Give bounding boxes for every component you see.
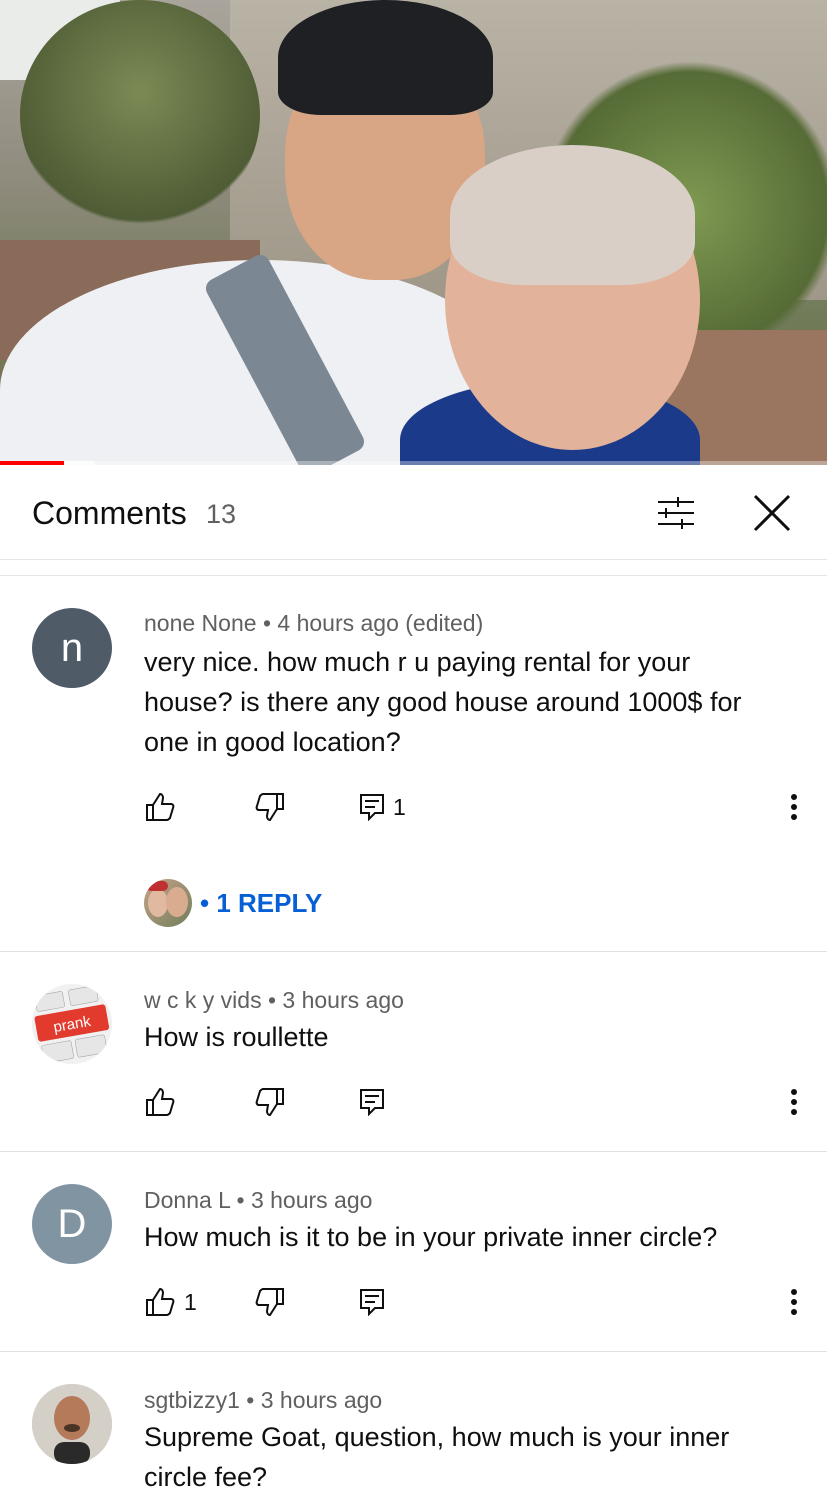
avatar-letter: D [57, 1201, 87, 1246]
more-vert-icon [791, 1089, 797, 1115]
like-button[interactable]: 1 [144, 1282, 197, 1322]
thumbs-up-icon [146, 1087, 175, 1116]
prank-key-avatar-image: prank [32, 984, 112, 1064]
sort-filter-button[interactable] [648, 485, 704, 541]
comment-actions: 1 [144, 787, 814, 827]
close-icon [753, 494, 791, 532]
thumbs-down-icon [255, 1288, 284, 1317]
reply-icon [360, 1289, 384, 1316]
view-replies[interactable]: • 1 REPLY [144, 879, 322, 927]
more-vert-icon [791, 1289, 797, 1315]
comment-author[interactable]: none None [144, 610, 257, 636]
avatar[interactable]: prank [32, 984, 112, 1064]
view-replies-link[interactable]: • 1 REPLY [200, 888, 322, 919]
video-scene [450, 145, 695, 285]
comment-author[interactable]: sgtbizzy1 [144, 1387, 240, 1413]
more-options-button[interactable] [774, 787, 814, 827]
like-count: 1 [184, 1288, 197, 1315]
close-button[interactable] [744, 485, 800, 541]
comment-actions [144, 1082, 814, 1122]
thumbs-down-icon [255, 1088, 284, 1117]
reply-icon [360, 1089, 384, 1116]
more-options-button[interactable] [774, 1282, 814, 1322]
reply-button[interactable] [359, 1282, 385, 1322]
meta-separator: • [267, 987, 277, 1013]
comment-time[interactable]: 4 hours ago (edited) [277, 610, 483, 636]
comment-meta: w c k y vids • 3 hours ago [144, 987, 404, 1014]
comment-item: sgtbizzy1 • 3 hours ago Supreme Goat, qu… [0, 1352, 827, 1512]
meta-separator: • [236, 1187, 245, 1213]
dislike-button[interactable] [254, 1282, 286, 1322]
comments-title: Comments [32, 495, 187, 531]
thumbs-down-icon [255, 793, 284, 822]
comment-text: How is roullette [144, 1022, 329, 1052]
reply-icon [360, 794, 384, 821]
comment-actions: 1 [144, 1282, 814, 1322]
comment-meta: none None • 4 hours ago (edited) [144, 610, 483, 637]
meta-separator: • [262, 610, 271, 636]
comment-text: Supreme Goat, question, how much is your… [144, 1422, 730, 1492]
thumbs-up-icon [146, 1287, 175, 1316]
comment-item: D Donna L • 3 hours ago How much is it t… [0, 1152, 827, 1352]
video-scene [278, 0, 493, 115]
comment-time[interactable]: 3 hours ago [261, 1387, 382, 1413]
comment-text: very nice. how much r u paying rental fo… [144, 647, 742, 757]
comments-header: Comments 13 [0, 465, 827, 560]
comment-time[interactable]: 3 hours ago [251, 1187, 372, 1213]
dislike-button[interactable] [254, 1082, 286, 1122]
reply-avatar [144, 879, 192, 927]
reply-button[interactable]: 1 [359, 787, 406, 827]
comment-time[interactable]: 3 hours ago [282, 987, 403, 1013]
comment-meta: Donna L • 3 hours ago [144, 1187, 372, 1214]
like-button[interactable] [144, 1082, 176, 1122]
reply-count: 1 [393, 793, 406, 820]
dislike-button[interactable] [254, 787, 286, 827]
more-options-button[interactable] [774, 1082, 814, 1122]
profile-photo-avatar-image [32, 1384, 112, 1464]
like-button[interactable] [144, 787, 176, 827]
avatar[interactable] [32, 1384, 112, 1464]
video-scene [20, 0, 260, 230]
avatar-letter: n [60, 625, 84, 670]
comment-item: prank w c k y vids • 3 hours ago How is … [0, 952, 827, 1152]
meta-separator: • [246, 1387, 255, 1413]
avatar[interactable]: n [32, 608, 112, 688]
comments-count: 13 [206, 499, 237, 529]
sort-filter-icon [658, 497, 694, 529]
comment-author[interactable]: Donna L [144, 1187, 230, 1213]
comment-meta: sgtbizzy1 • 3 hours ago [144, 1387, 382, 1414]
comment-item: n none None • 4 hours ago (edited) very … [0, 577, 827, 952]
comment-text: How much is it to be in your private inn… [144, 1222, 718, 1252]
reply-button[interactable] [359, 1082, 385, 1122]
thumbs-up-icon [146, 792, 175, 821]
avatar[interactable]: D [32, 1184, 112, 1264]
more-vert-icon [791, 794, 797, 820]
divider [0, 575, 827, 576]
video-player[interactable] [0, 0, 827, 465]
comment-author[interactable]: w c k y vids [144, 987, 262, 1013]
